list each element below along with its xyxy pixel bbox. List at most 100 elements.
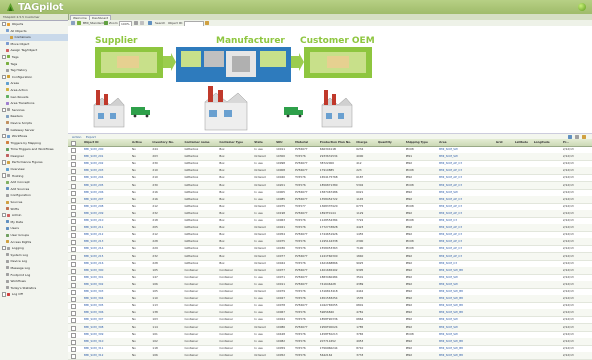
table-cell[interactable]: BMI_SCM_215 xyxy=(84,253,131,260)
table-cell[interactable]: BMI_SCM_SW xyxy=(439,153,494,160)
expand-toggle-icon[interactable] xyxy=(2,54,7,60)
table-cell[interactable]: BMI_SCM_SW_B8 xyxy=(439,288,494,295)
table-cell[interactable]: BMI_SCM_302 xyxy=(84,281,131,288)
sidebar-item[interactable]: Workflows xyxy=(0,278,68,285)
table-cell[interactable]: BMI_SCM_211 xyxy=(84,224,131,231)
sidebar-item[interactable]: Shifts xyxy=(0,206,68,213)
table-cell[interactable]: BMI_SCM_AP_C3 xyxy=(439,224,494,231)
sidebar-item[interactable]: System Log xyxy=(0,252,68,259)
sidebar-item[interactable]: Performance Figures xyxy=(0,159,68,166)
column-header[interactable]: SKU xyxy=(276,139,293,146)
sidebar-item[interactable]: Workflows xyxy=(0,133,68,140)
expand-toggle-icon[interactable] xyxy=(2,107,7,112)
table-cell[interactable]: BMI_SCM_SW xyxy=(439,274,494,281)
column-header[interactable]: Material xyxy=(295,139,318,146)
table-cell[interactable]: BMI_SCM_SW_B8 xyxy=(439,352,494,359)
link-icon[interactable] xyxy=(148,21,152,25)
sidebar-item[interactable]: Log Off xyxy=(0,291,68,298)
search-icon[interactable] xyxy=(205,21,209,25)
sidebar-item[interactable]: Tag History xyxy=(0,67,68,74)
sidebar-item[interactable]: Services xyxy=(0,107,68,114)
table-cell[interactable]: BMI_SCM_206 xyxy=(84,189,131,196)
table-cell[interactable]: BMI_SCM_216 xyxy=(84,260,131,267)
expand-toggle-icon[interactable] xyxy=(2,74,7,79)
table-cell[interactable]: BMI_SCM_300 xyxy=(84,267,131,274)
back-icon[interactable] xyxy=(71,21,75,25)
expand-toggle-icon[interactable] xyxy=(2,292,7,297)
sidebar-item[interactable]: User Groups xyxy=(0,232,68,239)
sidebar-item[interactable]: My Data xyxy=(0,219,68,226)
expand-toggle-icon[interactable] xyxy=(2,173,7,178)
table-cell[interactable]: BMI_SCM_309 xyxy=(84,331,131,338)
table-cell[interactable]: BMI_SCM_213 xyxy=(84,238,131,245)
expand-toggle-icon[interactable] xyxy=(2,21,7,27)
table-cell[interactable]: BMI_SCM_AP_C3 xyxy=(439,245,494,252)
sidebar-item[interactable]: Access Rights xyxy=(0,239,68,246)
table-cell[interactable]: BMI_SCM_308 xyxy=(84,324,131,331)
sidebar-item[interactable]: Tags xyxy=(0,61,68,68)
table-row[interactable]: BMI_SCM_312 No 106 Container Container Ordere… xyxy=(68,351,592,360)
sidebar-item[interactable]: Geo Rouads xyxy=(0,94,68,101)
table-cell[interactable]: BMI_SCM_AP_C3 xyxy=(439,167,494,174)
table-cell[interactable]: BMI_SCM_AP_C3 xyxy=(439,210,494,217)
table-cell[interactable]: BMI_SCM_310 xyxy=(84,338,131,345)
table-cell[interactable]: BMI_SCM_214 xyxy=(84,245,131,252)
table-cell[interactable]: BMI_SCM_SW xyxy=(439,281,494,288)
column-header[interactable]: Longitude xyxy=(534,139,562,146)
sidebar-item[interactable]: Logging xyxy=(0,245,68,252)
sidebar-item[interactable]: Admin xyxy=(0,212,68,219)
table-cell[interactable]: BMI_SCM_SW xyxy=(439,316,494,323)
expand-toggle-icon[interactable] xyxy=(2,160,7,165)
expand-toggle-icon[interactable] xyxy=(2,213,7,218)
column-header[interactable]: Shipping Type xyxy=(406,139,438,146)
globe-icon[interactable] xyxy=(578,3,586,11)
table-cell[interactable]: BMI_SCM_312 xyxy=(84,352,131,359)
column-header[interactable]: Inventory No. xyxy=(152,139,183,146)
column-header[interactable]: Grid xyxy=(496,139,513,146)
table-cell[interactable]: BMI_SCM_C3 xyxy=(439,260,494,267)
table-cell[interactable]: BMI_SCM_203 xyxy=(84,167,131,174)
sidebar-item[interactable]: Area Transitions xyxy=(0,100,68,107)
table-cell[interactable]: BMI_SCM_SW_B8 xyxy=(439,309,494,316)
column-header[interactable]: Pr... xyxy=(563,139,586,146)
sidebar-item[interactable]: Device Log xyxy=(0,258,68,265)
column-header[interactable]: Object ID xyxy=(84,139,131,146)
table-cell[interactable]: BMI_SCM_311 xyxy=(84,345,131,352)
table-cell[interactable]: BMI_SCM_SW xyxy=(439,146,494,153)
sidebar-item[interactable]: Sources xyxy=(0,199,68,206)
table-cell[interactable]: BMI_SCM_AP_C3 xyxy=(439,238,494,245)
table-cell[interactable]: BMI_SCM_SW_B8 xyxy=(439,302,494,309)
sidebar-item[interactable]: Add Concept xyxy=(0,179,68,186)
sidebar-item[interactable]: Containers xyxy=(0,34,68,41)
table-cell[interactable]: BMI_SCM_AP_C3 xyxy=(439,160,494,167)
table-cell[interactable]: BMI_SCM_209 xyxy=(84,210,131,217)
home-icon[interactable] xyxy=(77,21,81,25)
sidebar-item[interactable]: Message Log xyxy=(0,265,68,272)
sidebar-item[interactable]: Triggers by Mapping xyxy=(0,140,68,147)
sidebar-item[interactable]: Overview xyxy=(0,166,68,173)
table-cell[interactable]: BMI_SCM_306 xyxy=(84,309,131,316)
sidebar-item[interactable]: Objects xyxy=(0,21,68,28)
column-header[interactable]: Latitude xyxy=(515,139,532,146)
table-cell[interactable]: BMI_SCM_SW xyxy=(439,189,494,196)
table-cell[interactable]: BMI_SCM_205 xyxy=(84,182,131,189)
sidebar-item[interactable]: Readers xyxy=(0,113,68,120)
table-cell[interactable]: BMI_SCM_SW_B8 xyxy=(439,267,494,274)
table-cell[interactable]: BMI_SCM_AP_C3 xyxy=(439,174,494,181)
column-header[interactable]: Production Plan No. xyxy=(320,139,355,146)
table-cell[interactable]: BMI_SCM_AP_C3 xyxy=(439,231,494,238)
sidebar-item[interactable]: Today's Statistics xyxy=(0,285,68,292)
column-header[interactable]: Container Type xyxy=(219,139,252,146)
grid-icon[interactable] xyxy=(140,21,144,25)
sidebar-item[interactable]: Gateway Server xyxy=(0,127,68,134)
table-cell[interactable]: BMI_SCM_210 xyxy=(84,217,131,224)
sidebar-item[interactable]: Tags xyxy=(0,54,68,61)
table-cell[interactable]: BMI_SCM_SW xyxy=(439,331,494,338)
table-cell[interactable]: BMI_SCM_AP_C3 xyxy=(439,203,494,210)
table-cell[interactable]: BMI_SCM_208 xyxy=(84,203,131,210)
table-cell[interactable]: BMI_SCM_301 xyxy=(84,274,131,281)
table-cell[interactable]: BMI_SCM_303 xyxy=(84,288,131,295)
column-header[interactable]: State xyxy=(254,139,274,146)
table-cell[interactable]: BMI_SCM_201 xyxy=(84,153,131,160)
sidebar-item[interactable]: Configuration xyxy=(0,74,68,81)
